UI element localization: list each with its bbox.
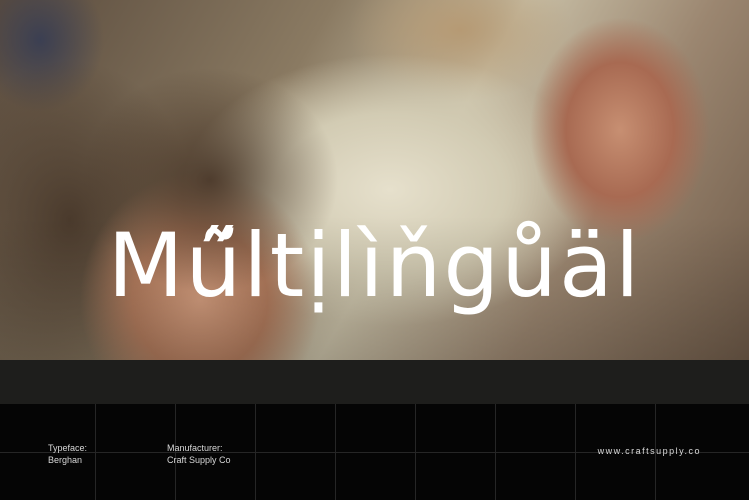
hero-title: Mű̃ltịlìňgůäl bbox=[107, 214, 642, 317]
manufacturer-info: Manufacturer: Craft Supply Co bbox=[167, 442, 231, 466]
typeface-info: Typeface: Berghan bbox=[48, 442, 87, 466]
divider-band bbox=[0, 360, 749, 404]
typeface-label: Typeface: bbox=[48, 443, 88, 453]
footer-grid: Typeface: Berghan Manufacturer: Craft Su… bbox=[0, 404, 749, 500]
manufacturer-value: Craft Supply Co bbox=[167, 455, 231, 465]
website-link[interactable]: www.craftsupply.co bbox=[598, 446, 701, 456]
typeface-value: Berghan bbox=[48, 455, 83, 465]
manufacturer-label: Manufacturer: bbox=[167, 443, 223, 453]
